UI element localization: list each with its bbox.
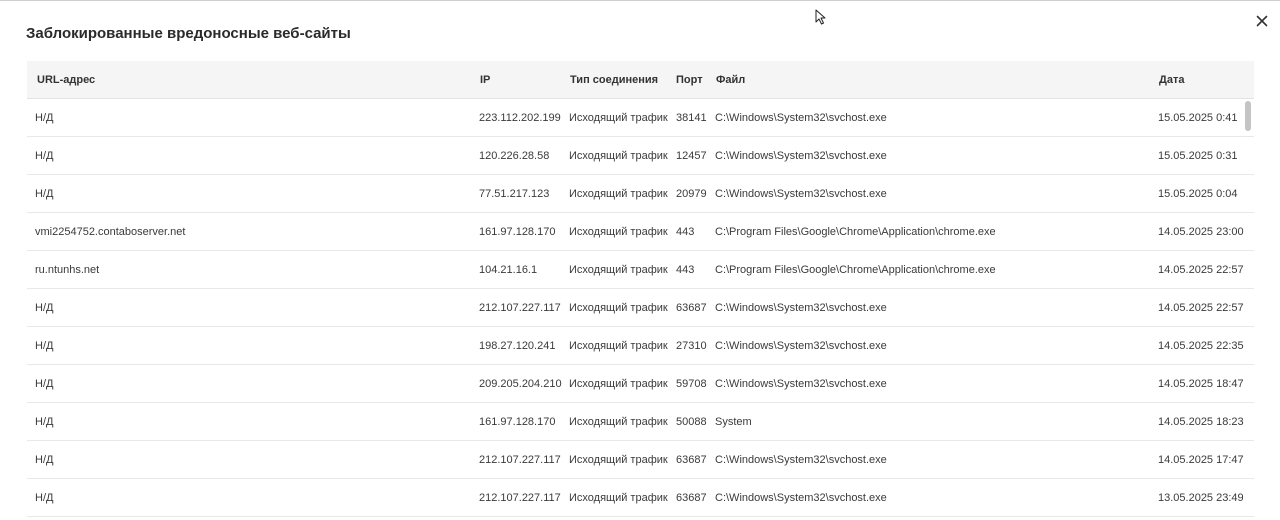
blocked-sites-table: URL-адрес IP Тип соединения Порт Файл Да… xyxy=(27,61,1254,520)
column-header-url[interactable]: URL-адрес xyxy=(37,74,95,86)
cell-file: C:\Program Files\Google\Chrome\Applicati… xyxy=(715,264,996,276)
cell-connection-type: Исходящий трафик xyxy=(569,112,668,124)
cell-file: C:\Windows\System32\svchost.exe xyxy=(715,492,887,504)
table-row[interactable]: Н/Д 209.205.204.210 Исходящий трафик 59708 C… xyxy=(27,365,1254,403)
cell-url: Н/Д xyxy=(35,188,54,200)
cell-url: Н/Д xyxy=(35,112,54,124)
cell-date: 15.05.2025 0:41 xyxy=(1158,112,1238,124)
cell-date: 14.05.2025 18:23 xyxy=(1158,416,1244,428)
table-row[interactable]: Н/Д 223.112.202.199 Исходящий трафик 38141 C… xyxy=(27,99,1254,137)
cell-ip: 104.21.16.1 xyxy=(479,264,538,276)
cell-file: C:\Windows\System32\svchost.exe xyxy=(715,302,887,314)
table-row[interactable]: Н/Д 77.51.217.123 Исходящий трафик 20979 C:\… xyxy=(27,175,1254,213)
close-icon[interactable] xyxy=(1254,13,1270,29)
table-row[interactable]: Н/Д 161.97.128.170 Исходящий трафик 50088 Sy… xyxy=(27,403,1254,441)
column-header-ip[interactable]: IP xyxy=(480,74,490,86)
cell-port: 63687 xyxy=(676,454,707,466)
cell-url: Н/Д xyxy=(35,416,54,428)
table-row[interactable]: Н/Д 212.107.227.117 Исходящий трафик 63687 C… xyxy=(27,441,1254,479)
cell-ip: 198.27.120.241 xyxy=(479,340,556,352)
blocked-sites-dialog: Заблокированные вредоносные веб-сайты UR… xyxy=(0,0,1280,520)
cell-ip: 212.107.227.117 xyxy=(479,492,561,504)
cell-connection-type: Исходящий трафик xyxy=(569,416,668,428)
cell-port: 59708 xyxy=(676,378,707,390)
cell-file: System xyxy=(715,416,752,428)
cell-url: Н/Д xyxy=(35,340,54,352)
table-row[interactable]: Н/Д 198.27.120.241 Исходящий трафик 27310 C:… xyxy=(27,327,1254,365)
cell-date: 13.05.2025 23:49 xyxy=(1158,492,1244,504)
cell-port: 63687 xyxy=(676,302,707,314)
cell-ip: 77.51.217.123 xyxy=(479,188,550,200)
cell-url: Н/Д xyxy=(35,454,54,466)
cell-port: 443 xyxy=(676,264,695,276)
column-header-port[interactable]: Порт xyxy=(676,74,703,86)
close-button[interactable] xyxy=(1254,13,1270,29)
cell-date: 14.05.2025 18:47 xyxy=(1158,378,1244,390)
cell-date: 15.05.2025 0:31 xyxy=(1158,150,1238,162)
cell-date: 14.05.2025 22:57 xyxy=(1158,302,1244,314)
column-header-file[interactable]: Файл xyxy=(716,74,745,86)
cell-date: 14.05.2025 17:47 xyxy=(1158,454,1244,466)
column-header-connection-type[interactable]: Тип соединения xyxy=(570,74,658,86)
cell-ip: 161.97.128.170 xyxy=(479,416,556,428)
cell-ip: 223.112.202.199 xyxy=(479,112,561,124)
cell-connection-type: Исходящий трафик xyxy=(569,492,668,504)
cell-url: vmi2254752.contaboserver.net xyxy=(35,226,186,238)
cell-connection-type: Исходящий трафик xyxy=(569,454,668,466)
cell-port: 38141 xyxy=(676,112,707,124)
cell-port: 443 xyxy=(676,226,695,238)
cell-date: 14.05.2025 22:35 xyxy=(1158,340,1244,352)
cell-ip: 212.107.227.117 xyxy=(479,454,561,466)
cell-connection-type: Исходящий трафик xyxy=(569,264,668,276)
cell-url: ru.ntunhs.net xyxy=(35,264,100,276)
cell-port: 27310 xyxy=(676,340,707,352)
table-scrollbar[interactable] xyxy=(1245,101,1251,131)
cell-date: 14.05.2025 23:00 xyxy=(1158,226,1244,238)
cell-file: C:\Windows\System32\svchost.exe xyxy=(715,454,887,466)
cell-port: 20979 xyxy=(676,188,707,200)
cell-ip: 120.226.28.58 xyxy=(479,150,550,162)
dialog-title: Заблокированные вредоносные веб-сайты xyxy=(26,25,351,42)
cell-connection-type: Исходящий трафик xyxy=(569,302,668,314)
cell-file: C:\Windows\System32\svchost.exe xyxy=(715,188,887,200)
cell-url: Н/Д xyxy=(35,302,54,314)
cell-connection-type: Исходящий трафик xyxy=(569,378,668,390)
table-row[interactable]: vmi2254752.contaboserver.net 161.97.128.1… xyxy=(27,213,1254,251)
cell-file: C:\Windows\System32\svchost.exe xyxy=(715,378,887,390)
cell-connection-type: Исходящий трафик xyxy=(569,226,668,238)
cell-ip: 161.97.128.170 xyxy=(479,226,556,238)
cell-port: 50088 xyxy=(676,416,707,428)
column-header-date[interactable]: Дата xyxy=(1159,74,1184,86)
cell-port: 12457 xyxy=(676,150,707,162)
table-body: Н/Д 223.112.202.199 Исходящий трафик 38141 C… xyxy=(27,99,1254,517)
cell-ip: 212.107.227.117 xyxy=(479,302,561,314)
cell-file: C:\Windows\System32\svchost.exe xyxy=(715,340,887,352)
cell-file: C:\Program Files\Google\Chrome\Applicati… xyxy=(715,226,996,238)
cell-connection-type: Исходящий трафик xyxy=(569,340,668,352)
cell-ip: 209.205.204.210 xyxy=(479,378,562,390)
mouse-pointer-icon xyxy=(815,9,827,25)
cell-file: C:\Windows\System32\svchost.exe xyxy=(715,150,887,162)
cell-connection-type: Исходящий трафик xyxy=(569,150,668,162)
cell-url: Н/Д xyxy=(35,492,54,504)
cell-date: 15.05.2025 0:04 xyxy=(1158,188,1238,200)
table-header: URL-адрес IP Тип соединения Порт Файл Да… xyxy=(27,61,1254,99)
table-row[interactable]: Н/Д 212.107.227.117 Исходящий трафик 63687 C… xyxy=(27,289,1254,327)
table-row[interactable]: Н/Д 120.226.28.58 Исходящий трафик 12457 C:\… xyxy=(27,137,1254,175)
cell-url: Н/Д xyxy=(35,378,54,390)
cell-connection-type: Исходящий трафик xyxy=(569,188,668,200)
cell-file: C:\Windows\System32\svchost.exe xyxy=(715,112,887,124)
cell-url: Н/Д xyxy=(35,150,54,162)
cell-date: 14.05.2025 22:57 xyxy=(1158,264,1244,276)
table-row[interactable]: ru.ntunhs.net 104.21.16.1 Исходящий трафик… xyxy=(27,251,1254,289)
cell-port: 63687 xyxy=(676,492,707,504)
table-row[interactable]: Н/Д 212.107.227.117 Исходящий трафик 63687 C… xyxy=(27,479,1254,517)
